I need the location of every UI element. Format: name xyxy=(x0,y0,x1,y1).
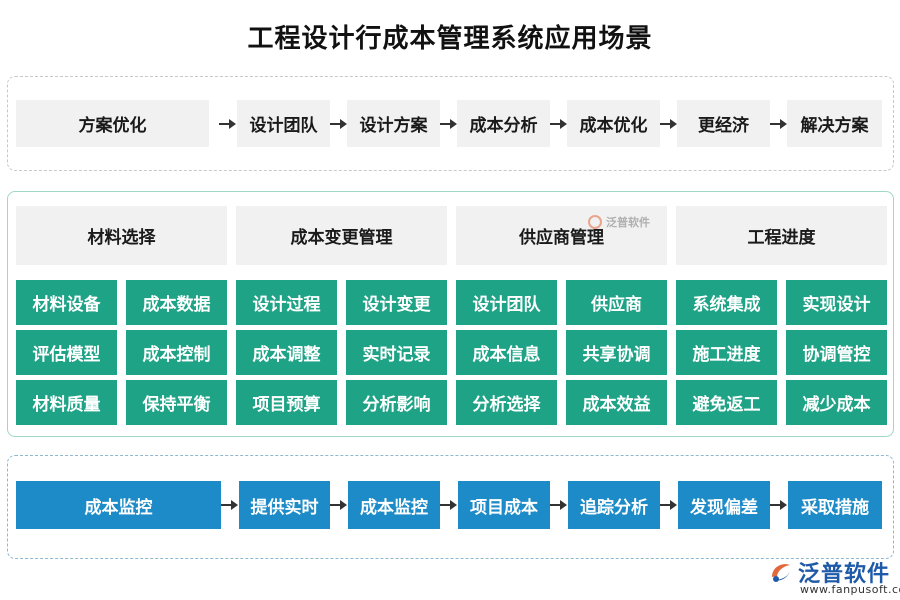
watermark-text: 泛普软件 xyxy=(606,216,650,229)
brand-url: www.fanpusoft.com xyxy=(800,583,900,596)
arrow-right-icon xyxy=(440,499,458,511)
grid-cell: 施工进度 xyxy=(676,330,777,375)
grid-cell: 成本信息 xyxy=(456,330,557,375)
grid-cell: 设计团队 xyxy=(456,280,557,325)
arrow-right-icon xyxy=(660,499,678,511)
grid-cell: 分析选择 xyxy=(456,380,557,425)
grid-cell: 实时记录 xyxy=(346,330,447,375)
grid-cell: 材料设备 xyxy=(16,280,117,325)
flow-bottom-step-7: 采取措施 xyxy=(788,481,882,529)
arrow-right-icon xyxy=(440,118,458,130)
flow-bottom-step-2: 提供实时 xyxy=(239,481,330,529)
arrow-right-icon xyxy=(330,118,348,130)
arrow-right-icon xyxy=(770,118,788,130)
flow-top-step-3: 设计方案 xyxy=(347,100,440,147)
flow-top-step-2: 设计团队 xyxy=(237,100,330,147)
grid-cell: 成本效益 xyxy=(566,380,667,425)
category-header-4: 工程进度 xyxy=(676,206,887,265)
grid-cell: 减少成本 xyxy=(786,380,887,425)
flow-top-step-1: 方案优化 xyxy=(16,100,209,147)
watermark-logo-icon xyxy=(588,215,602,229)
grid-cell: 供应商 xyxy=(566,280,667,325)
grid-cell: 项目预算 xyxy=(236,380,337,425)
arrow-right-icon xyxy=(550,118,568,130)
grid-cell: 成本调整 xyxy=(236,330,337,375)
grid-cell: 材料质量 xyxy=(16,380,117,425)
grid-cell: 避免返工 xyxy=(676,380,777,425)
flow-top-step-5: 成本优化 xyxy=(567,100,660,147)
arrow-right-icon xyxy=(330,499,348,511)
grid-cell: 保持平衡 xyxy=(126,380,227,425)
flow-top-step-4: 成本分析 xyxy=(457,100,550,147)
flow-bottom-step-1: 成本监控 xyxy=(16,481,221,529)
grid-cell: 设计变更 xyxy=(346,280,447,325)
arrow-right-icon xyxy=(660,118,678,130)
flow-top-step-6: 更经济 xyxy=(677,100,770,147)
grid-cell: 分析影响 xyxy=(346,380,447,425)
flow-bottom-step-5: 追踪分析 xyxy=(568,481,660,529)
flow-bottom-step-4: 项目成本 xyxy=(458,481,550,529)
arrow-right-icon xyxy=(221,499,239,511)
grid-cell: 设计过程 xyxy=(236,280,337,325)
flow-bottom-step-6: 发现偏差 xyxy=(678,481,770,529)
arrow-right-icon xyxy=(219,118,237,130)
flow-top-step-7: 解决方案 xyxy=(787,100,882,147)
grid-cell: 成本数据 xyxy=(126,280,227,325)
grid-cell: 评估模型 xyxy=(16,330,117,375)
category-header-2: 成本变更管理 xyxy=(236,206,447,265)
category-header-1: 材料选择 xyxy=(16,206,227,265)
grid-cell: 共享协调 xyxy=(566,330,667,375)
watermark: 泛普软件 xyxy=(588,214,650,230)
arrow-right-icon xyxy=(770,499,788,511)
grid-cell: 成本控制 xyxy=(126,330,227,375)
page-title: 工程设计行成本管理系统应用场景 xyxy=(247,24,653,54)
grid-cell: 系统集成 xyxy=(676,280,777,325)
grid-cell: 实现设计 xyxy=(786,280,887,325)
arrow-right-icon xyxy=(550,499,568,511)
grid-cell: 协调管控 xyxy=(786,330,887,375)
flow-bottom-step-3: 成本监控 xyxy=(348,481,440,529)
brand-logo-icon xyxy=(768,559,794,585)
